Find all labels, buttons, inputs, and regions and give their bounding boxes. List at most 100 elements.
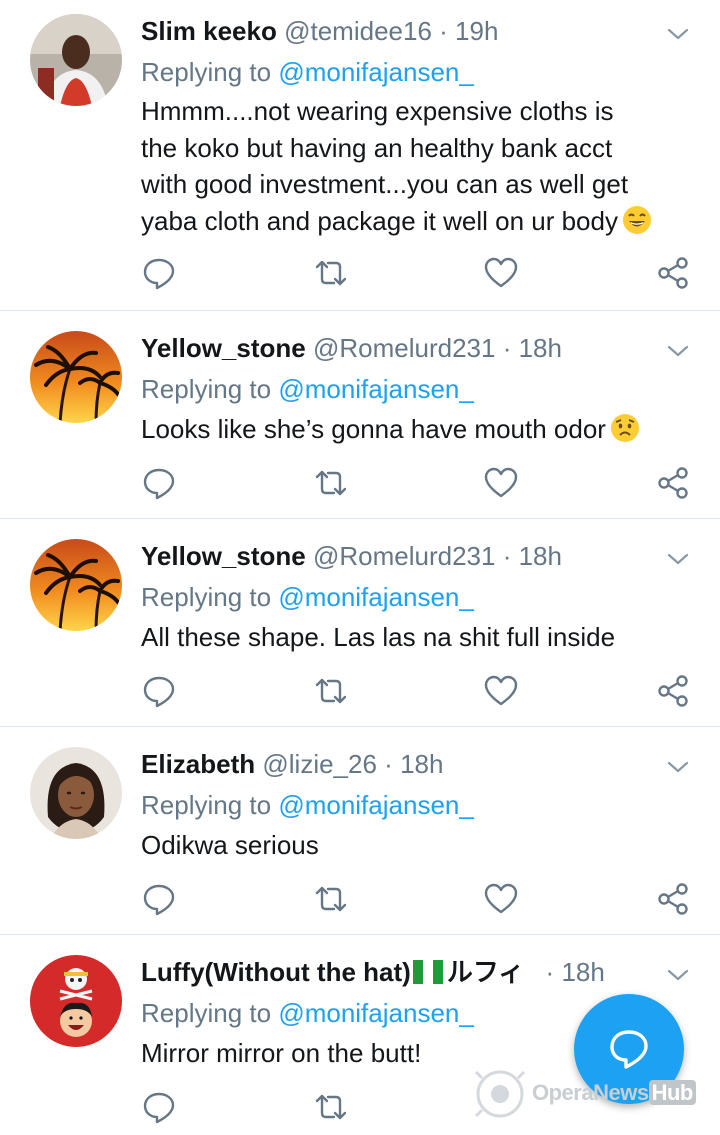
- replying-prefix: Replying to: [141, 374, 272, 404]
- share-button[interactable]: [655, 465, 691, 501]
- nigeria-flag-emoji: [412, 960, 443, 984]
- retweet-button[interactable]: [313, 465, 349, 501]
- share-button[interactable]: [655, 255, 691, 291]
- replying-to-line: Replying to @monifajansen_: [141, 371, 474, 407]
- text-line: Looks like she’s gonna have mouth odor: [141, 411, 680, 448]
- replying-to-link[interactable]: @monifajansen_: [278, 57, 474, 87]
- avatar[interactable]: [30, 14, 122, 106]
- text-line: All these shape. Las las na shit full in…: [141, 622, 616, 652]
- reply-button[interactable]: [141, 1089, 177, 1125]
- like-button[interactable]: [483, 881, 519, 917]
- share-icon: [658, 883, 688, 915]
- retweet-icon: [315, 886, 347, 912]
- replying-prefix: Replying to: [141, 57, 272, 87]
- reply-icon: [143, 468, 175, 500]
- replying-to-line: Replying to @monifajansen_: [141, 579, 474, 615]
- replying-to-line: Replying to @monifajansen_: [141, 54, 474, 90]
- tweet-actions: [141, 881, 701, 921]
- replying-to-link[interactable]: @monifajansen_: [278, 790, 474, 820]
- tweet[interactable]: Elizabeth @lizie_26 · 18h Replying to @m…: [0, 726, 720, 934]
- like-button[interactable]: [483, 673, 519, 709]
- watermark-brand: OperaNews: [532, 1080, 649, 1105]
- user-handle[interactable]: @lizie_26: [262, 749, 377, 779]
- timestamp[interactable]: 18h: [400, 749, 443, 779]
- tweet-actions: [141, 255, 701, 295]
- timestamp[interactable]: 19h: [455, 16, 498, 46]
- reply-icon: [143, 258, 175, 290]
- share-icon: [658, 467, 688, 499]
- replying-to-link[interactable]: @monifajansen_: [278, 374, 474, 404]
- share-button[interactable]: [655, 881, 691, 917]
- replying-prefix: Replying to: [141, 998, 272, 1028]
- timestamp[interactable]: 18h: [519, 333, 562, 363]
- chevron-down-icon[interactable]: [666, 339, 690, 363]
- separator-dot: ·: [502, 541, 512, 571]
- share-button[interactable]: [655, 673, 691, 709]
- replying-to-line: Replying to @monifajansen_: [141, 787, 474, 823]
- chevron-down-icon[interactable]: [666, 22, 690, 46]
- palm-sunset-avatar: [30, 539, 122, 631]
- user-handle[interactable]: @Romelurd231: [313, 333, 495, 363]
- palm-sunset-avatar: [30, 331, 122, 423]
- timestamp[interactable]: 18h: [561, 957, 604, 987]
- tweet[interactable]: Yellow_stone @Romelurd231 · 18h Replying…: [0, 310, 720, 518]
- tweet-header: Slim keeko @temidee16 · 19h: [141, 14, 660, 48]
- tweet[interactable]: Yellow_stone @Romelurd231 · 18h Replying…: [0, 518, 720, 726]
- chevron-down-icon[interactable]: [666, 963, 690, 987]
- man-photo-avatar: [30, 14, 122, 106]
- retweet-button[interactable]: [313, 673, 349, 709]
- tweet-header: Elizabeth @lizie_26 · 18h: [141, 747, 660, 781]
- avatar[interactable]: [30, 747, 122, 839]
- reply-button[interactable]: [141, 465, 177, 501]
- replying-to-link[interactable]: @monifajansen_: [278, 582, 474, 612]
- display-name[interactable]: Elizabeth: [141, 749, 255, 779]
- tweet-actions: [141, 673, 701, 713]
- replying-to-link[interactable]: @monifajansen_: [278, 998, 474, 1028]
- user-handle[interactable]: @temidee16: [284, 16, 432, 46]
- text-line: yaba cloth and package it well on ur bod…: [141, 203, 680, 240]
- share-icon: [658, 257, 688, 289]
- user-handle[interactable]: @Romelurd231: [313, 541, 495, 571]
- reply-button[interactable]: [141, 881, 177, 917]
- tweet-header: Yellow_stone @Romelurd231 · 18h: [141, 331, 660, 365]
- retweet-button[interactable]: [313, 255, 349, 291]
- like-button[interactable]: [483, 465, 519, 501]
- tweet[interactable]: Slim keeko @temidee16 · 19h Replying to …: [0, 0, 720, 309]
- reply-button[interactable]: [141, 673, 177, 709]
- woman-photo-avatar: [30, 747, 122, 839]
- avatar[interactable]: [30, 539, 122, 631]
- retweet-button[interactable]: [313, 881, 349, 917]
- display-name[interactable]: Slim keeko: [141, 16, 277, 46]
- avatar[interactable]: [30, 331, 122, 423]
- heart-icon: [484, 257, 518, 288]
- display-name[interactable]: Luffy(Without the hat): [141, 957, 411, 987]
- text-line: with good investment...you can as well g…: [141, 169, 629, 199]
- avatar[interactable]: [30, 955, 122, 1047]
- chevron-down-icon[interactable]: [666, 755, 690, 779]
- like-button[interactable]: [483, 255, 519, 291]
- separator-dot: ·: [384, 749, 393, 779]
- text-line: Odikwa serious: [141, 830, 319, 860]
- display-name[interactable]: Yellow_stone: [141, 541, 306, 571]
- user-handle[interactable]: ルフィ: [447, 957, 524, 987]
- tweet-header: Luffy(Without the hat) ルフィ · 18h: [141, 955, 660, 989]
- tweet-header: Yellow_stone @Romelurd231 · 18h: [141, 539, 660, 573]
- display-name[interactable]: Yellow_stone: [141, 333, 306, 363]
- replying-to-line: Replying to @monifajansen_: [141, 995, 474, 1031]
- retweet-button[interactable]: [313, 1089, 349, 1125]
- separator-dot: ·: [439, 16, 448, 46]
- reply-icon: [143, 884, 175, 916]
- reply-icon: [143, 1092, 175, 1124]
- heart-icon: [484, 675, 518, 706]
- text-line-content: Looks like she’s gonna have mouth odor: [141, 414, 606, 444]
- text-line: the koko but having an healthy bank acct: [141, 132, 613, 163]
- timestamp[interactable]: 18h: [519, 541, 562, 571]
- one-piece-luffy-avatar: [30, 955, 122, 1047]
- opera-news-logo-icon: [474, 1070, 526, 1118]
- heart-icon: [484, 467, 518, 498]
- reply-button[interactable]: [141, 255, 177, 291]
- chevron-down-icon[interactable]: [666, 547, 690, 571]
- replying-prefix: Replying to: [141, 582, 272, 612]
- watermark-text: OperaNews Hub: [532, 1080, 696, 1106]
- text-line: Hmmm....not wearing expensive cloths is: [141, 96, 614, 126]
